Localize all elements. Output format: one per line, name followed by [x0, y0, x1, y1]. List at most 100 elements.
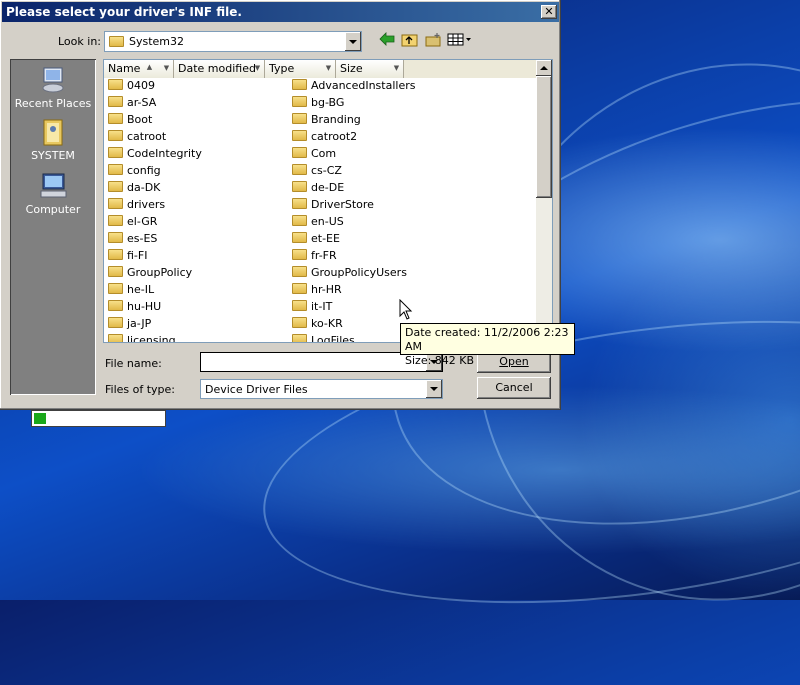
file-list-item[interactable]: ja-JP: [108, 315, 151, 332]
file-list-item[interactable]: Boot: [108, 111, 152, 128]
file-type-dropdown-button[interactable]: [426, 380, 442, 398]
file-list-item[interactable]: cs-CZ: [292, 162, 342, 179]
progress-fill: [34, 413, 46, 424]
look-in-dropdown-button[interactable]: [345, 32, 361, 51]
dialog-titlebar[interactable]: Please select your driver's INF file. ✕: [2, 2, 559, 22]
file-list-item[interactable]: ar-SA: [108, 94, 156, 111]
new-folder-button[interactable]: [423, 32, 443, 50]
file-name-text: LogFiles: [311, 334, 355, 343]
file-list-item[interactable]: AdvancedInstallers: [292, 77, 415, 94]
close-button[interactable]: ✕: [541, 5, 557, 19]
file-name-text: CodeIntegrity: [127, 147, 202, 160]
file-list-item[interactable]: en-US: [292, 213, 344, 230]
place-system[interactable]: SYSTEM: [10, 117, 96, 162]
place-label: SYSTEM: [31, 149, 75, 162]
column-header-size[interactable]: Size ▼: [336, 60, 404, 78]
file-list-item[interactable]: config: [108, 162, 161, 179]
cancel-button-label: Cancel: [495, 381, 533, 394]
up-folder-icon: [401, 34, 418, 47]
file-list-item[interactable]: bg-BG: [292, 94, 344, 111]
file-list-item[interactable]: ko-KR: [292, 315, 343, 332]
scroll-thumb[interactable]: [536, 76, 552, 198]
progress-bar: [31, 410, 166, 427]
file-name-text: AdvancedInstallers: [311, 79, 416, 92]
file-list-item[interactable]: licensing: [108, 332, 176, 342]
file-list-item[interactable]: et-EE: [292, 230, 340, 247]
file-name-input[interactable]: [202, 354, 426, 370]
file-list-item[interactable]: GroupPolicy: [108, 264, 192, 281]
column-label: Date modified: [178, 62, 256, 75]
mouse-cursor-icon: [399, 299, 413, 320]
file-list-item[interactable]: DriverStore: [292, 196, 374, 213]
file-type-select[interactable]: Device Driver Files: [200, 379, 443, 399]
column-header-date-modified[interactable]: Date modified ▼: [174, 60, 265, 78]
views-menu-icon: [447, 33, 471, 46]
user-folder-icon: [43, 119, 63, 146]
file-name-text: Branding: [311, 113, 361, 126]
vertical-scrollbar[interactable]: [536, 60, 552, 342]
scroll-up-button[interactable]: [536, 60, 552, 76]
folder-icon: [292, 249, 307, 260]
tooltip-date-created: Date created: 11/2/2006 2:23 AM: [405, 326, 569, 353]
file-list-item[interactable]: hr-HR: [292, 281, 342, 298]
file-list-item[interactable]: it-IT: [292, 298, 332, 315]
file-list-item[interactable]: el-GR: [108, 213, 157, 230]
file-list-item[interactable]: Branding: [292, 111, 361, 128]
views-menu-button[interactable]: [447, 32, 473, 50]
look-in-combo[interactable]: System32: [104, 31, 362, 52]
file-list-item[interactable]: da-DK: [108, 179, 160, 196]
folder-icon: [108, 232, 123, 243]
file-list-item[interactable]: es-ES: [108, 230, 157, 247]
column-header-type[interactable]: Type ▼: [265, 60, 336, 78]
file-list-item[interactable]: de-DE: [292, 179, 344, 196]
column-dropdown-icon[interactable]: ▼: [323, 62, 334, 75]
file-list-item[interactable]: LogFiles: [292, 332, 355, 343]
place-computer[interactable]: Computer: [10, 171, 96, 216]
column-dropdown-icon[interactable]: ▼: [391, 62, 402, 75]
file-name-text: GroupPolicyUsers: [311, 266, 407, 279]
file-name-text: da-DK: [127, 181, 161, 194]
file-list-item[interactable]: catroot: [108, 128, 166, 145]
cancel-button[interactable]: Cancel: [477, 377, 551, 399]
tooltip-size: Size: 842 KB: [405, 354, 475, 367]
file-name-text: fr-FR: [311, 249, 337, 262]
close-icon: ✕: [544, 5, 554, 18]
folder-icon: [108, 164, 123, 175]
file-name-text: et-EE: [311, 232, 340, 245]
file-list-view[interactable]: Name ▲ ▼ Date modified ▼ Type ▼ Size ▼ 0…: [103, 59, 553, 343]
file-type-label: Files of type:: [105, 383, 176, 396]
file-name-text: config: [127, 164, 161, 177]
folder-icon: [292, 232, 307, 243]
file-name-text: catroot2: [311, 130, 358, 143]
file-list-item[interactable]: CodeIntegrity: [108, 145, 202, 162]
back-button[interactable]: [377, 32, 397, 50]
list-header: Name ▲ ▼ Date modified ▼ Type ▼ Size ▼: [104, 60, 536, 78]
place-recent-places[interactable]: Recent Places: [10, 65, 96, 110]
folder-icon: [109, 36, 124, 47]
folder-icon: [108, 334, 123, 342]
file-name-text: es-ES: [127, 232, 158, 245]
column-dropdown-icon[interactable]: ▼: [252, 62, 263, 75]
file-list-item[interactable]: fi-FI: [108, 247, 147, 264]
place-label: Recent Places: [14, 97, 92, 110]
up-one-level-button[interactable]: [400, 32, 420, 50]
folder-icon: [108, 147, 123, 158]
back-arrow-icon: [379, 32, 395, 46]
file-list-item[interactable]: Com: [292, 145, 336, 162]
file-type-value: Device Driver Files: [205, 383, 308, 396]
folder-icon: [108, 249, 123, 260]
file-list-item[interactable]: fr-FR: [292, 247, 337, 264]
column-dropdown-icon[interactable]: ▼: [161, 62, 172, 75]
file-name-text: 0409: [127, 79, 155, 92]
file-list-item[interactable]: drivers: [108, 196, 165, 213]
file-list-item[interactable]: hu-HU: [108, 298, 161, 315]
folder-icon: [108, 96, 123, 107]
folder-icon: [108, 79, 123, 90]
folder-icon: [108, 181, 123, 192]
file-list-item[interactable]: catroot2: [292, 128, 357, 145]
column-header-name[interactable]: Name ▲ ▼: [104, 60, 174, 78]
file-list-item[interactable]: he-IL: [108, 281, 154, 298]
file-list-item[interactable]: GroupPolicyUsers: [292, 264, 407, 281]
file-list-item[interactable]: 0409: [108, 77, 155, 94]
new-folder-icon: [425, 33, 441, 47]
